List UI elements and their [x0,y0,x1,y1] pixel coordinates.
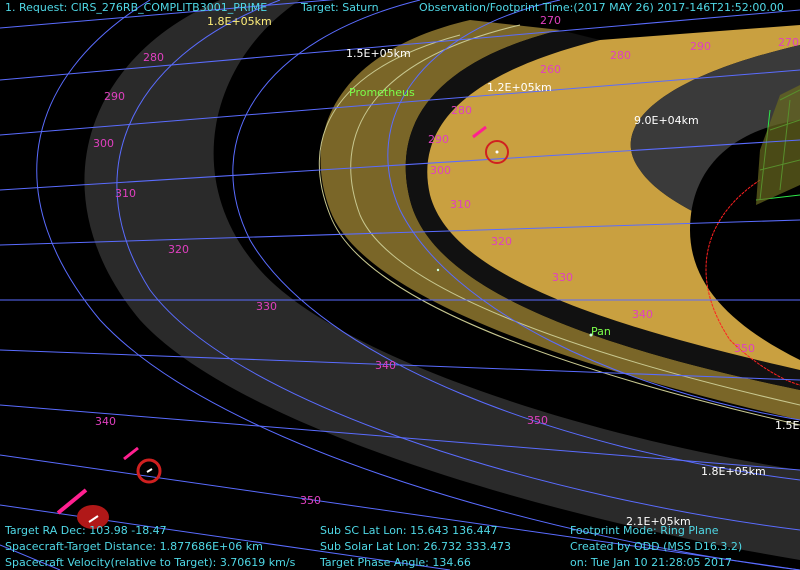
footprint-dot [495,150,499,154]
longitude-label: 270 [540,14,561,27]
range-label: 1.5E+05km [346,47,411,60]
longitude-label: 340 [375,359,396,372]
longitude-label: 280 [610,49,631,62]
longitude-label: 270 [778,36,799,49]
footprint-streak [123,446,139,461]
longitude-label: 340 [95,415,116,428]
longitude-label: 310 [115,187,136,200]
longitude-label: 300 [430,164,451,177]
range-label: 1.8E+05km [701,465,766,478]
longitude-label: 330 [552,271,573,284]
target-label: Target: Saturn [301,1,379,14]
moon-label-prometheus: Prometheus [349,86,415,99]
longitude-label: 290 [104,90,125,103]
longitude-label: 350 [527,414,548,427]
range-label: 1.2E+05km [487,81,552,94]
longitude-label: 320 [491,235,512,248]
longitude-label: 310 [450,198,471,211]
request-label: 1. Request: CIRS_276RB_COMPLITB3001_PRIM… [5,1,268,14]
longitude-label: 350 [300,494,321,507]
created-on: on: Tue Jan 10 21:28:05 2017 [570,556,733,569]
longitude-label: 280 [143,51,164,64]
range-label: 1.8E+05km [207,15,272,28]
ring-plane-viewer: 1. Request: CIRS_276RB_COMPLITB3001_PRIM… [0,0,800,570]
spacecraft-velocity: Spacecraft Velocity(relative to Target):… [5,556,296,569]
longitude-label: 320 [168,243,189,256]
range-label: 1.5E+ [775,419,800,432]
sub-solar-lat-lon: Sub Solar Lat Lon: 26.732 333.473 [320,540,511,553]
observation-time: Observation/Footprint Time:(2017 MAY 26)… [419,1,784,14]
spacecraft-distance: Spacecraft-Target Distance: 1.877686E+06… [5,540,263,553]
range-label: 9.0E+04km [634,114,699,127]
longitude-label: 290 [428,133,449,146]
longitude-label: 290 [690,40,711,53]
footprint-dot [146,468,153,473]
longitude-label: 330 [256,300,277,313]
longitude-label: 280 [451,104,472,117]
target-phase-angle: Target Phase Angle: 134.66 [320,556,471,569]
sub-sc-lat-lon: Sub SC Lat Lon: 15.643 136.447 [320,524,498,537]
created-by: Created by ODD (MSS D16.3.2) [570,540,743,553]
longitude-label: 260 [540,63,561,76]
longitude-label: 340 [632,308,653,321]
longitude-label: 350 [734,342,755,355]
moon-label-pan: Pan [591,325,611,338]
target-ra-dec: Target RA Dec: 103.98 -18.47 [5,524,167,537]
footprint-mode: Footprint Mode: Ring Plane [570,524,719,537]
longitude-label: 300 [93,137,114,150]
moon-dot [436,268,440,272]
